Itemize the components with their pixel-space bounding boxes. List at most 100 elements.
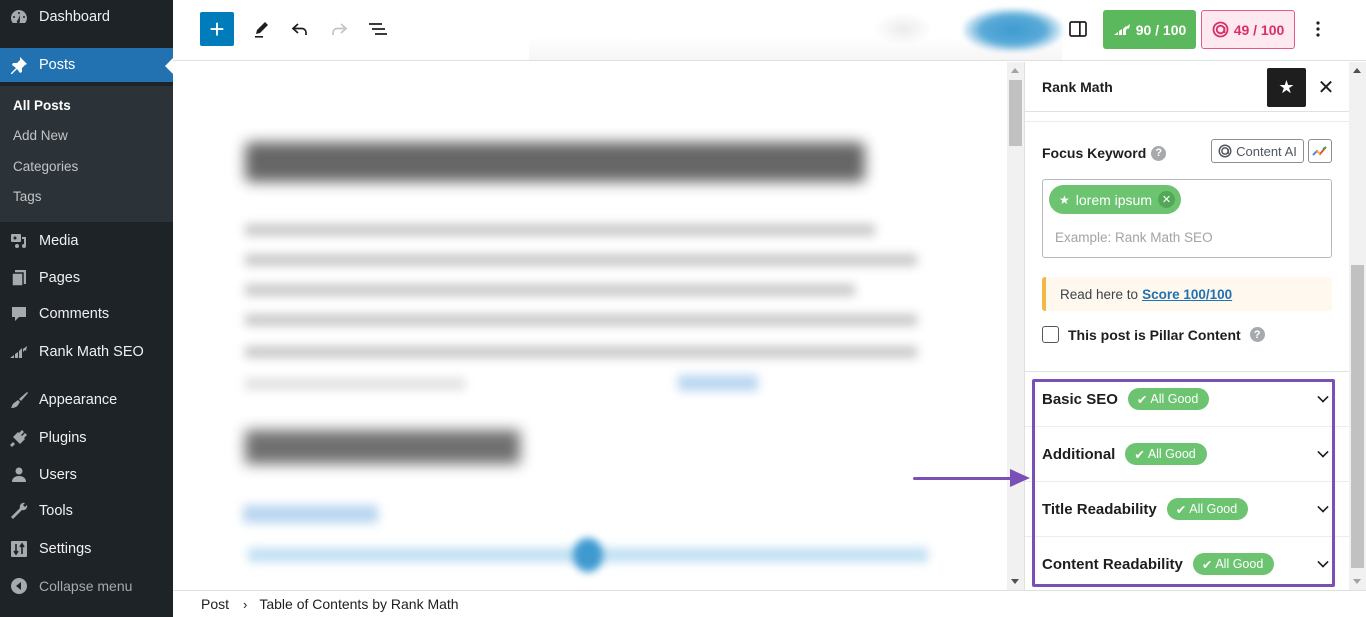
submenu-add-new[interactable]: Add New [13, 128, 68, 143]
media-icon [9, 231, 29, 251]
section-additional[interactable]: Additional ✔ All Good [1025, 427, 1350, 482]
check-icon: ✔ [1175, 502, 1187, 517]
paintbrush-icon [9, 390, 29, 410]
focus-keyword-label: Focus Keyword ? [1042, 145, 1167, 161]
trends-icon [1312, 146, 1327, 156]
add-block-button[interactable]: + [200, 12, 234, 46]
dashboard-icon [9, 7, 29, 27]
menu-item-settings[interactable]: Settings [0, 532, 173, 566]
content-ai-icon [1218, 144, 1232, 158]
block-breadcrumb: Post › Table of Contents by Rank Math [173, 590, 1024, 617]
collapse-menu-button[interactable]: Collapse menu [0, 569, 173, 603]
rank-math-icon [1113, 23, 1130, 35]
scroll-down-icon[interactable] [1353, 579, 1361, 584]
menu-label: Tools [39, 503, 73, 519]
close-panel-button[interactable]: ✕ [1315, 74, 1337, 100]
check-icon: ✔ [1201, 557, 1213, 572]
section-content-readability[interactable]: Content Readability ✔ All Good [1025, 537, 1350, 592]
section-title-readability[interactable]: Title Readability ✔ All Good [1025, 482, 1350, 537]
undo-button[interactable] [287, 16, 313, 42]
menu-item-dashboard[interactable]: Dashboard [0, 0, 173, 34]
pencil-icon [255, 22, 268, 38]
status-text: All Good [1150, 392, 1199, 406]
status-text: All Good [1189, 502, 1238, 516]
pillar-content-checkbox[interactable] [1042, 326, 1059, 343]
menu-item-plugins[interactable]: Plugins [0, 421, 173, 455]
star-icon: ★ [1278, 77, 1295, 97]
editor-canvas[interactable] [173, 62, 1007, 590]
score-notice: Read here to Score 100/100 [1042, 277, 1332, 311]
section-basic-seo[interactable]: Basic SEO ✔ All Good [1025, 372, 1350, 427]
menu-label: Plugins [39, 430, 87, 446]
status-badge: ✔ All Good [1192, 553, 1275, 575]
list-view-icon [369, 23, 387, 35]
menu-item-comments[interactable]: Comments [0, 297, 173, 331]
keyword-trends-button[interactable] [1308, 139, 1332, 163]
panel-tabs-divider [1025, 113, 1350, 122]
menu-label: Users [39, 467, 77, 483]
pillar-content-label[interactable]: This post is Pillar Content [1068, 327, 1241, 343]
blurred-link[interactable] [678, 375, 758, 391]
rank-math-seo-score-button[interactable]: 90 / 100 [1103, 10, 1196, 49]
focus-keyword-field[interactable]: ★ lorem ipsum ✕ [1042, 179, 1332, 258]
menu-item-appearance[interactable]: Appearance [0, 383, 173, 417]
pillar-content-option: This post is Pillar Content ? [1042, 326, 1265, 343]
blurred-toc-link[interactable] [243, 505, 378, 523]
blurred-post-title[interactable] [245, 142, 865, 182]
content-ai-score-button[interactable]: 49 / 100 [1201, 10, 1295, 49]
chevron-down-icon [1317, 556, 1329, 568]
score-link[interactable]: Score 100/100 [1142, 287, 1232, 302]
chevron-down-icon [1317, 501, 1329, 513]
pin-sidebar-button[interactable]: ★ [1267, 68, 1306, 107]
submenu-categories[interactable]: Categories [13, 159, 78, 174]
options-menu-button[interactable] [1306, 16, 1330, 42]
editor-header: + 90 / 100 49 / 100 [173, 0, 1366, 61]
help-icon[interactable]: ? [1151, 145, 1167, 161]
star-icon: ★ [1059, 192, 1070, 207]
menu-item-posts[interactable]: Posts [0, 48, 173, 82]
menu-label: Settings [39, 541, 92, 557]
content-ai-button[interactable]: Content AI [1211, 139, 1304, 163]
blurred-heading[interactable] [245, 430, 520, 464]
submenu-tags[interactable]: Tags [13, 189, 42, 204]
keyword-tag[interactable]: ★ lorem ipsum ✕ [1049, 185, 1182, 214]
menu-item-media[interactable]: Media [0, 224, 173, 258]
menu-item-tools[interactable]: Tools [0, 494, 173, 528]
focus-keyword-input[interactable] [1055, 230, 1315, 245]
scrollbar-thumb[interactable] [1351, 265, 1364, 568]
menu-item-rank-math-seo[interactable]: Rank Math SEO [0, 335, 173, 369]
scroll-up-icon[interactable] [1353, 68, 1361, 73]
settings-sidebar-toggle[interactable] [1066, 17, 1090, 41]
submenu-all-posts[interactable]: All Posts [13, 98, 71, 113]
menu-label: Appearance [39, 392, 118, 408]
canvas-scrollbar[interactable] [1007, 62, 1024, 590]
close-icon: ✕ [1317, 76, 1335, 99]
scroll-down-icon[interactable] [1011, 579, 1019, 584]
tools-button[interactable] [249, 16, 275, 42]
pin-icon [9, 55, 29, 75]
section-title: Additional [1042, 445, 1116, 463]
blurred-paragraph-line [245, 314, 917, 326]
wrench-icon [9, 501, 29, 521]
menu-label: Pages [39, 270, 81, 286]
help-icon[interactable]: ? [1249, 327, 1265, 342]
menu-item-pages[interactable]: Pages [0, 261, 173, 295]
breadcrumb-block[interactable]: Table of Contents by Rank Math [259, 596, 458, 612]
blurred-preview-button[interactable] [873, 12, 933, 46]
blurred-publish-button[interactable] [963, 8, 1063, 52]
scroll-up-icon[interactable] [1011, 68, 1019, 73]
redo-button[interactable] [326, 16, 352, 42]
content-ai-icon [1212, 21, 1229, 38]
section-title: Basic SEO [1042, 390, 1118, 408]
remove-keyword-icon[interactable]: ✕ [1158, 191, 1176, 208]
menu-item-users[interactable]: Users [0, 458, 173, 492]
panel-scrollbar[interactable] [1349, 62, 1366, 590]
breadcrumb-post[interactable]: Post [201, 596, 229, 612]
seo-score-text: 90 / 100 [1135, 21, 1187, 38]
content-ai-label: Content AI [1236, 143, 1297, 159]
scrollbar-thumb[interactable] [1009, 80, 1022, 146]
list-view-button[interactable] [365, 16, 391, 42]
blurred-paragraph-line [245, 378, 465, 390]
blurred-paragraph-line [245, 254, 917, 266]
blurred-paragraph-line [245, 284, 855, 296]
